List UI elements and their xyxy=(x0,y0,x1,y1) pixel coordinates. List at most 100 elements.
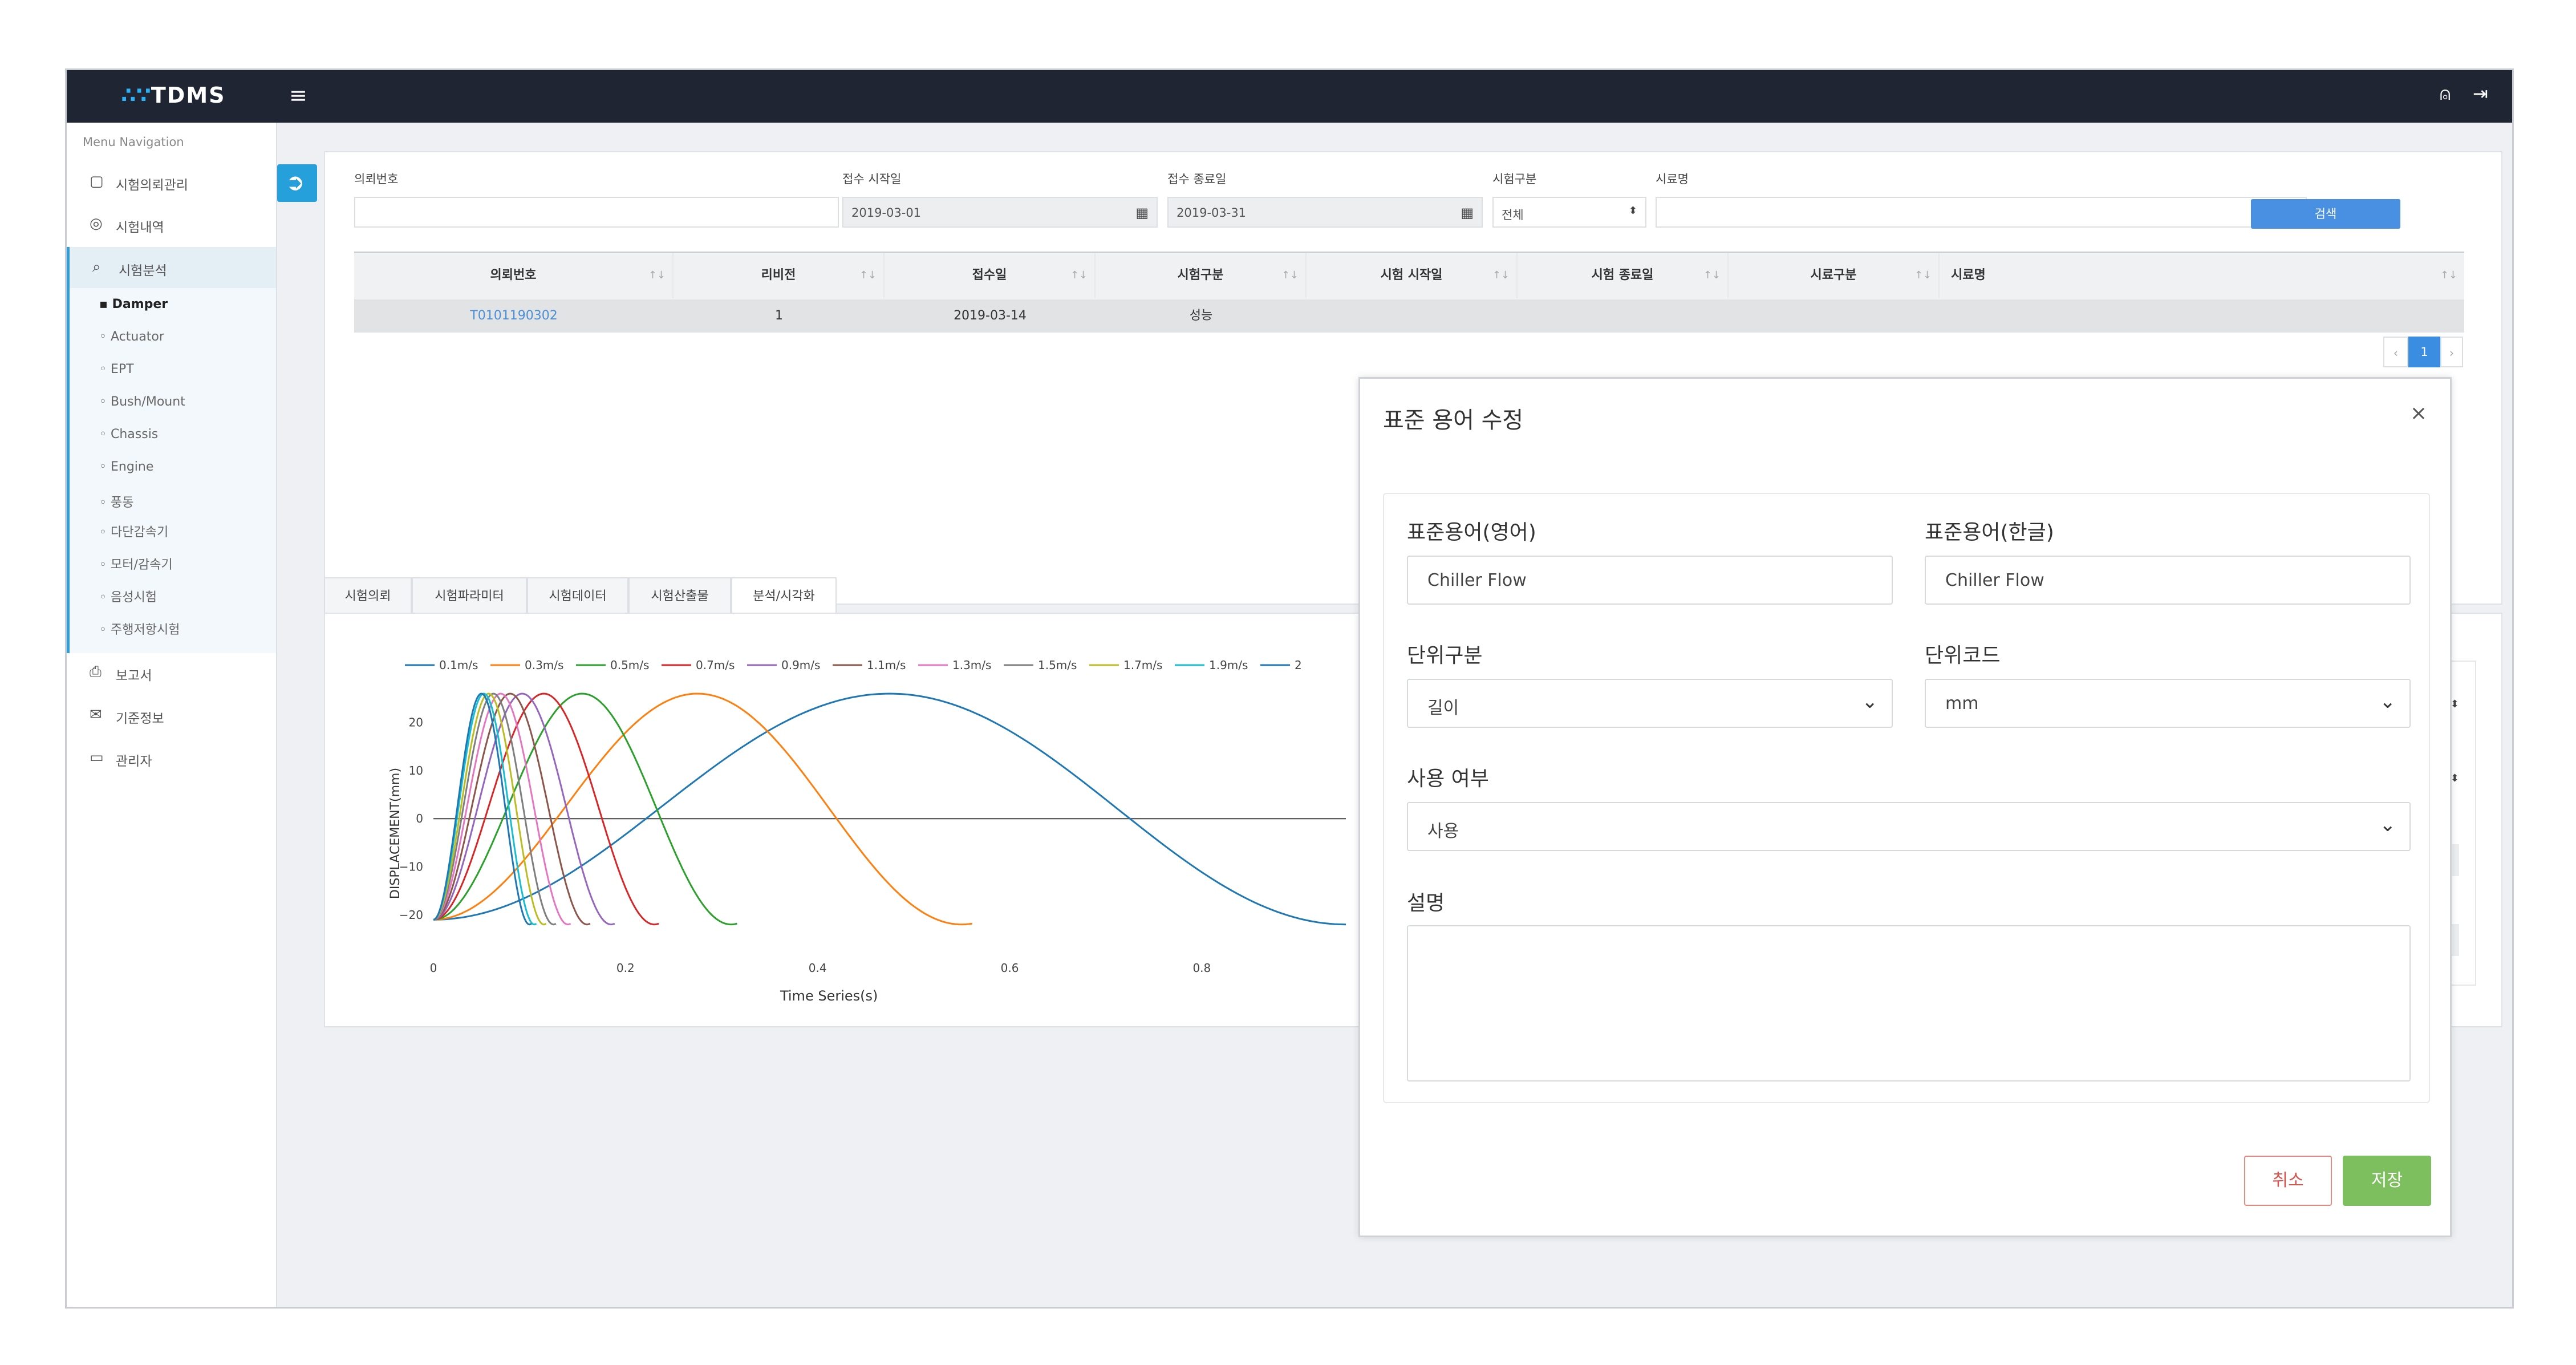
document-icon: ▢ xyxy=(90,173,104,190)
cell-test-type: 성능 xyxy=(1189,309,1213,323)
displacement-chart: 20 10 0 −10 −20 0 0.2 0.4 0.6 0.8 Time Series(s) DI… xyxy=(388,658,1346,1002)
legend-label: 1.9m/s xyxy=(1209,658,1248,672)
series-line xyxy=(433,692,1346,926)
description-textarea[interactable] xyxy=(1407,925,2411,1082)
logo-mark: ∴∵ xyxy=(121,83,151,108)
term-en-input[interactable]: Chiller Flow xyxy=(1407,556,1893,605)
submenu-chassis[interactable]: ◦ Chassis xyxy=(99,427,158,442)
x-tick-label: 0.2 xyxy=(616,961,635,975)
cell-receipt-date: 2019-03-14 xyxy=(954,309,1027,323)
y-tick-label: 20 xyxy=(409,716,423,730)
chevron-down-icon: ⌄ xyxy=(2379,813,2396,836)
end-date-label: 접수 종료일 xyxy=(1167,172,1227,186)
th-request-no[interactable]: 의뢰번호 ↑↓ xyxy=(354,253,674,298)
updown-icon: ⬍ xyxy=(1628,205,1637,217)
request-no-input[interactable] xyxy=(354,197,839,228)
legend-label: 0.9m/s xyxy=(781,658,820,672)
legend-label: 1.7m/s xyxy=(1123,658,1162,672)
sidebar-item-master-data[interactable]: ✉ 기준정보 xyxy=(67,695,276,737)
chevron-down-icon: ⌄ xyxy=(2379,690,2396,713)
th-test-end[interactable]: 시험 종료일 ↑↓ xyxy=(1518,253,1729,298)
pager-page-1[interactable]: 1 xyxy=(2408,337,2440,367)
start-date-input[interactable]: 2019-03-01 ▦ xyxy=(842,197,1158,228)
logout-icon[interactable]: ⇥ xyxy=(2473,83,2488,104)
folder-icon: ▭ xyxy=(90,749,104,766)
sidebar-item-admin[interactable]: ▭ 관리자 xyxy=(67,738,276,780)
panel-toggle-button[interactable]: ➲ xyxy=(277,164,317,202)
cancel-button[interactable]: 취소 xyxy=(2244,1156,2332,1206)
end-date-input[interactable]: 2019-03-31 ▦ xyxy=(1167,197,1483,228)
y-tick-label: −20 xyxy=(399,908,423,922)
pager-prev[interactable]: ‹ xyxy=(2383,337,2408,367)
unit-code-label: 단위코드 xyxy=(1925,644,2001,667)
tab-analysis[interactable]: 분석/시각화 xyxy=(731,577,837,614)
tab-data[interactable]: 시험데이터 xyxy=(527,577,628,614)
submenu-multistage-reducer[interactable]: ◦ 다단감속기 xyxy=(99,522,168,540)
arrow-right-circle-icon: ➲ xyxy=(286,169,305,196)
series-line xyxy=(433,692,737,926)
description-label: 설명 xyxy=(1407,892,1445,915)
modal-form: 표준용어(영어) Chiller Flow 표준용어(한글) Chiller F… xyxy=(1383,493,2430,1103)
sidebar-item-label: 기준정보 xyxy=(116,711,164,726)
sidebar-item-label: 시험내역 xyxy=(116,220,164,235)
submenu-bush-mount[interactable]: ◦ Bush/Mount xyxy=(99,395,185,409)
th-sample-name[interactable]: 시료명 ↑↓ xyxy=(1940,253,2464,298)
logo[interactable]: ∴∵TDMS xyxy=(121,83,226,108)
th-sample-type[interactable]: 시료구분 ↑↓ xyxy=(1729,253,1940,298)
submenu-damper[interactable]: ▪ Damper xyxy=(99,297,168,311)
calendar-icon[interactable]: ▦ xyxy=(1461,205,1474,221)
term-ko-label: 표준용어(한글) xyxy=(1925,521,2054,544)
modal-title: 표준 용어 수정 xyxy=(1383,407,1524,434)
sidebar-item-history[interactable]: ◎ 시험내역 xyxy=(67,204,276,246)
sidebar-item-label: 보고서 xyxy=(116,669,152,683)
submenu-driving-resistance[interactable]: ◦ 주행저항시험 xyxy=(99,619,180,638)
term-ko-input[interactable]: Chiller Flow xyxy=(1925,556,2411,605)
submenu-motor-reducer[interactable]: ◦ 모터/감속기 xyxy=(99,554,173,573)
tab-outputs[interactable]: 시험산출물 xyxy=(628,577,731,614)
top-bar: ∴∵TDMS ≡ ⍝ ⇥ xyxy=(67,70,2512,123)
tab-parameters[interactable]: 시험파라미터 xyxy=(412,577,527,614)
analysis-submenu-more: ◦ 다단감속기 ◦ 모터/감속기 ◦ 음성시험 ◦ 주행저항시험 xyxy=(67,522,276,653)
submenu-actuator[interactable]: ◦ Actuator xyxy=(99,330,164,344)
sidebar-item-report[interactable]: ⎙ 보고서 xyxy=(67,652,276,694)
y-tick-label: 0 xyxy=(416,812,423,825)
th-test-type[interactable]: 시험구분 ↑↓ xyxy=(1096,253,1307,298)
save-button[interactable]: 저장 xyxy=(2343,1156,2431,1206)
updown-icon[interactable]: ⬍ xyxy=(2451,772,2459,784)
check-circle-icon: ◎ xyxy=(90,215,103,232)
x-tick-label: 0.8 xyxy=(1192,961,1211,975)
submenu-ept[interactable]: ◦ EPT xyxy=(99,362,134,376)
search-button[interactable]: 검색 xyxy=(2251,199,2400,229)
th-test-start[interactable]: 시험 시작일 ↑↓ xyxy=(1307,253,1518,298)
y-tick-label: 10 xyxy=(409,764,423,777)
submenu-engine[interactable]: ◦ Engine xyxy=(99,460,153,474)
request-no-link[interactable]: T0101190302 xyxy=(354,299,674,333)
pager-next[interactable]: › xyxy=(2440,337,2463,367)
y-axis-label: DISPLACEMENT(mm) xyxy=(388,768,403,899)
analysis-submenu: ▪ Damper ◦ Actuator ◦ EPT ◦ Bush/Mount ◦… xyxy=(67,288,276,522)
sample-name-input[interactable] xyxy=(1656,197,2307,228)
legend-label: 1.5m/s xyxy=(1038,658,1077,672)
close-icon[interactable]: × xyxy=(2410,402,2427,425)
th-revision[interactable]: 리비전 ↑↓ xyxy=(674,253,885,298)
updown-icon[interactable]: ⬍ xyxy=(2451,698,2459,710)
legend-label: 0.5m/s xyxy=(610,658,649,672)
unit-type-select[interactable]: 길이 ⌄ xyxy=(1407,679,1893,728)
calendar-icon[interactable]: ▦ xyxy=(1135,205,1149,221)
sidebar-item-analysis[interactable]: ⌕ 시험분석 xyxy=(67,247,276,289)
menu-title: Menu Navigation xyxy=(83,135,184,149)
menu-icon[interactable]: ≡ xyxy=(289,83,307,108)
series-line xyxy=(433,692,973,926)
x-tick-label: 0.4 xyxy=(809,961,827,975)
user-icon[interactable]: ⍝ xyxy=(2440,83,2451,105)
submenu-wind-tunnel[interactable]: ◦ 풍동 xyxy=(99,492,133,511)
sidebar-item-request[interactable]: ▢ 시험의뢰관리 xyxy=(67,161,276,204)
use-flag-select[interactable]: 사용 ⌄ xyxy=(1407,802,2411,851)
th-receipt-date[interactable]: 접수일 ↑↓ xyxy=(885,253,1096,298)
sidebar: Menu Navigation ▢ 시험의뢰관리 ◎ 시험내역 ⌕ 시험분석 ▪… xyxy=(67,123,277,1307)
unit-code-select[interactable]: mm ⌄ xyxy=(1925,679,2411,728)
tab-request[interactable]: 시험의뢰 xyxy=(324,577,412,614)
legend-label: 0.3m/s xyxy=(525,658,563,672)
submenu-sound-test[interactable]: ◦ 음성시험 xyxy=(99,587,157,605)
test-type-select[interactable]: 전체 ⬍ xyxy=(1492,197,1646,228)
